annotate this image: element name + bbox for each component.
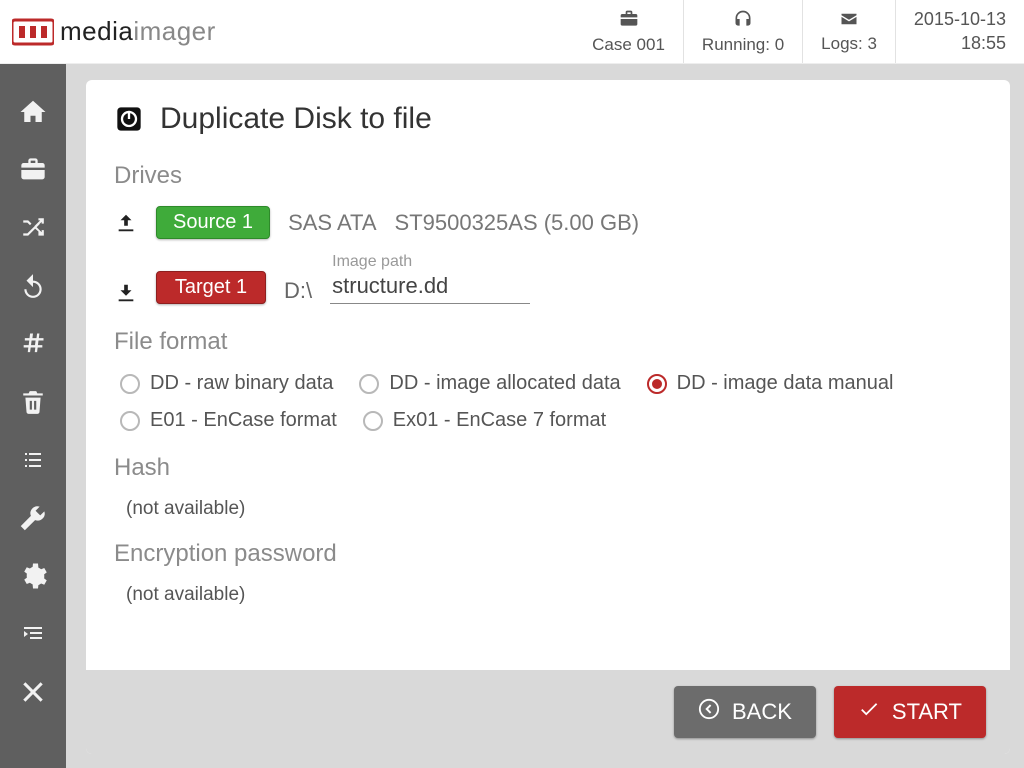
sidebar-settings[interactable] — [10, 556, 56, 596]
indent-icon — [19, 622, 47, 646]
trash-icon — [20, 387, 46, 417]
file-format-option[interactable]: Ex01 - EnCase 7 format — [363, 409, 606, 432]
radio-icon — [363, 411, 383, 431]
briefcase-icon — [18, 156, 48, 184]
image-path-label: Image path — [332, 253, 530, 271]
list-icon — [19, 448, 47, 472]
drives-heading: Drives — [114, 162, 976, 190]
content-card: Duplicate Disk to file Drives Source 1 S… — [86, 80, 1010, 754]
header-datetime: 2015-10-13 18:55 — [895, 0, 1012, 63]
header-status-group: Case 001 Running: 0 Logs: 3 2015-10-13 1… — [574, 0, 1012, 63]
shuffle-icon — [18, 215, 48, 241]
hash-heading: Hash — [114, 454, 976, 482]
header-time-value: 18:55 — [961, 32, 1006, 55]
file-format-option-label: E01 - EnCase format — [150, 409, 337, 432]
header-running[interactable]: Running: 0 — [683, 0, 802, 63]
action-bar: BACK START — [86, 670, 1010, 754]
source-bus: SAS ATA — [288, 210, 376, 236]
encryption-value: (not available) — [126, 584, 976, 606]
radio-icon — [647, 374, 667, 394]
radio-icon — [120, 374, 140, 394]
file-format-option-label: DD - raw binary data — [150, 372, 333, 395]
sidebar-home[interactable] — [10, 92, 56, 132]
sidebar-shuffle[interactable] — [10, 208, 56, 248]
sidebar-tools[interactable] — [10, 498, 56, 538]
radio-icon — [120, 411, 140, 431]
encryption-heading: Encryption password — [114, 540, 976, 568]
sidebar-hash[interactable] — [10, 324, 56, 364]
app-logo: mediaimager — [12, 16, 216, 47]
wrench-icon — [19, 504, 47, 532]
page-title-row: Duplicate Disk to file — [114, 102, 976, 136]
file-format-option[interactable]: DD - raw binary data — [120, 372, 333, 395]
gear-icon — [18, 561, 48, 591]
hash-icon — [19, 330, 47, 358]
back-arrow-icon — [698, 698, 720, 726]
logo-text: mediaimager — [60, 16, 216, 47]
header-date: 2015-10-13 — [914, 8, 1006, 31]
target-drive-row: Target 1 D:\ Image path — [114, 253, 976, 304]
file-format-option[interactable]: E01 - EnCase format — [120, 409, 337, 432]
file-format-option-label: DD - image data manual — [677, 372, 894, 395]
file-format-option-label: Ex01 - EnCase 7 format — [393, 409, 606, 432]
target-path: D:\ — [284, 278, 312, 304]
back-button[interactable]: BACK — [674, 686, 816, 738]
sidebar-erase[interactable] — [10, 382, 56, 422]
sidebar-list[interactable] — [10, 440, 56, 480]
briefcase-icon — [618, 9, 640, 33]
start-button[interactable]: START — [834, 686, 986, 738]
sidebar — [0, 64, 66, 768]
logo-icon — [12, 17, 54, 47]
sidebar-indent[interactable] — [10, 614, 56, 654]
main-area: Duplicate Disk to file Drives Source 1 S… — [66, 64, 1024, 768]
upload-icon — [114, 212, 138, 234]
image-path-input[interactable] — [330, 271, 530, 304]
radio-icon — [359, 374, 379, 394]
power-icon — [114, 104, 144, 134]
download-icon — [114, 282, 138, 304]
file-format-option-label: DD - image allocated data — [389, 372, 620, 395]
file-format-option[interactable]: DD - image data manual — [647, 372, 894, 395]
undo-icon — [18, 273, 48, 299]
app-header: mediaimager Case 001 Running: 0 Logs: 3 … — [0, 0, 1024, 64]
sidebar-close[interactable] — [10, 672, 56, 712]
sidebar-case[interactable] — [10, 150, 56, 190]
file-format-options: DD - raw binary data DD - image allocated… — [120, 372, 976, 432]
start-button-label: START — [892, 699, 962, 725]
image-path-field: Image path — [330, 253, 530, 304]
hash-value: (not available) — [126, 498, 976, 520]
source-badge[interactable]: Source 1 — [156, 206, 270, 239]
sidebar-undo[interactable] — [10, 266, 56, 306]
content-scroll[interactable]: Duplicate Disk to file Drives Source 1 S… — [86, 80, 1010, 670]
home-icon — [18, 97, 48, 127]
page-title: Duplicate Disk to file — [160, 102, 432, 136]
source-drive-row: Source 1 SAS ATA ST9500325AS (5.00 GB) — [114, 206, 976, 239]
mail-icon — [838, 10, 860, 32]
file-format-heading: File format — [114, 328, 976, 356]
target-badge[interactable]: Target 1 — [156, 271, 266, 304]
header-logs[interactable]: Logs: 3 — [802, 0, 895, 63]
file-format-option[interactable]: DD - image allocated data — [359, 372, 620, 395]
source-model: ST9500325AS (5.00 GB) — [395, 210, 640, 236]
close-icon — [20, 679, 46, 705]
check-icon — [858, 698, 880, 726]
back-button-label: BACK — [732, 699, 792, 725]
headphones-icon — [732, 9, 754, 33]
header-case[interactable]: Case 001 — [574, 0, 683, 63]
